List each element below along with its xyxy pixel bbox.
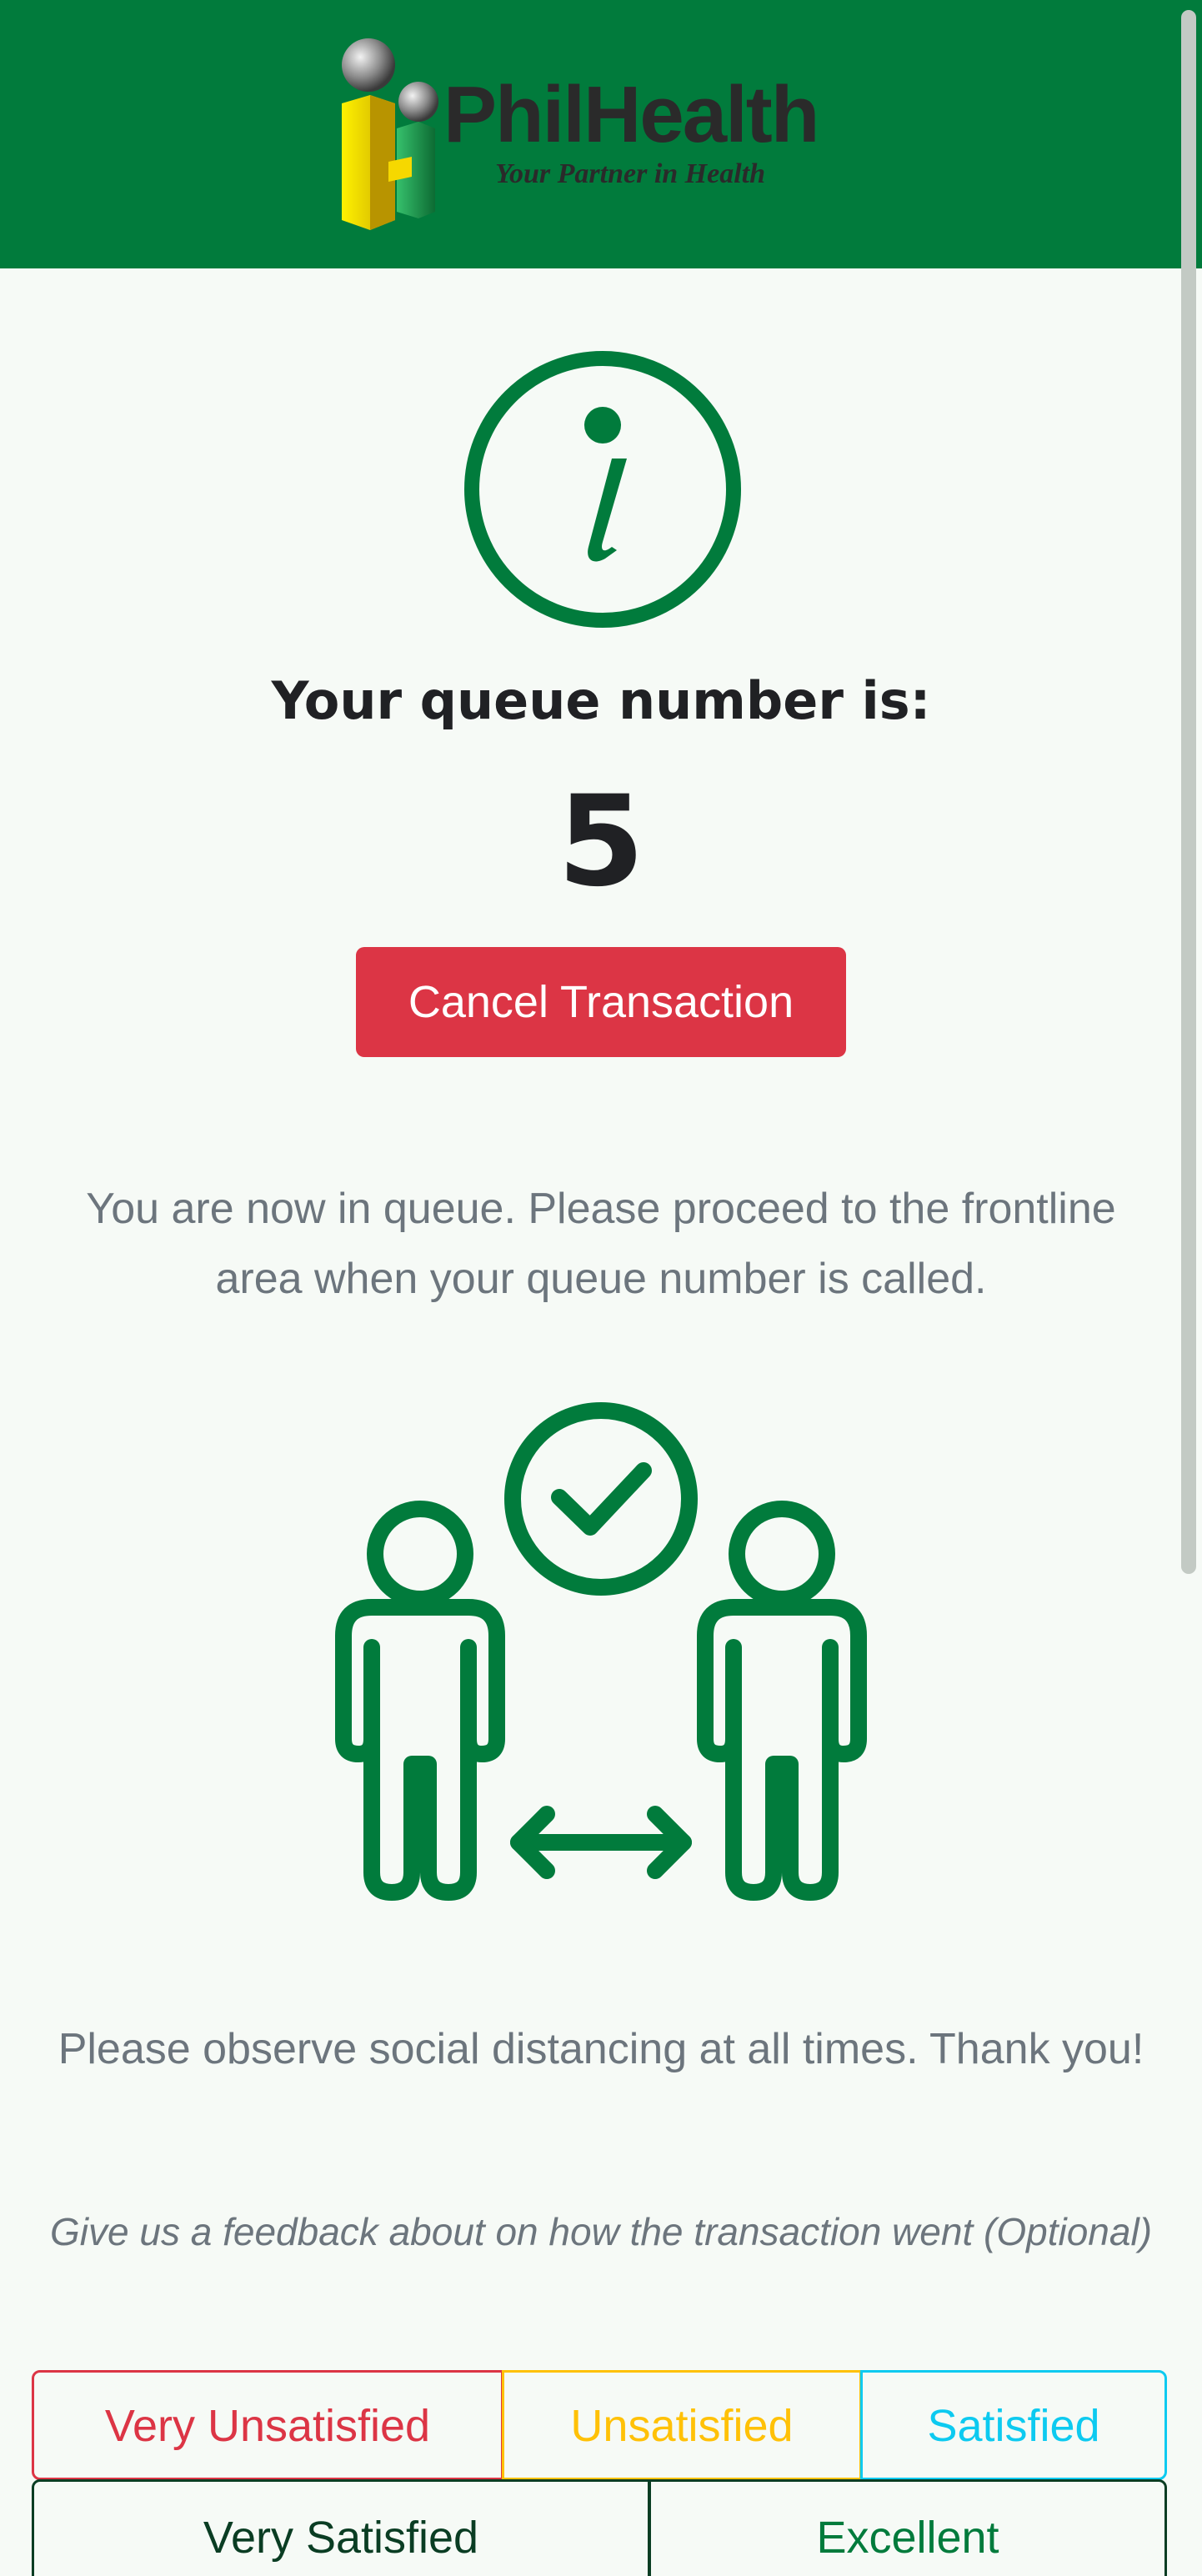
logo-tagline: Your Partner in Health — [495, 158, 766, 189]
philhealth-logo: PhilHealth Your Partner in Health — [337, 37, 879, 237]
cancel-transaction-button[interactable]: Cancel Transaction — [356, 947, 846, 1057]
social-distancing-icon — [335, 1402, 867, 1901]
info-icon — [464, 351, 741, 628]
queue-page: PhilHealth Your Partner in Health Your q… — [0, 0, 1202, 2576]
logo-figure-icon — [342, 38, 438, 230]
feedback-prompt: Give us a feedback about on how the tran… — [50, 2210, 1153, 2253]
rating-unsatisfied-button[interactable]: Unsatisfied — [502, 2370, 862, 2480]
queue-heading: Your queue number is: — [271, 670, 931, 731]
rating-excellent-button[interactable]: Excellent — [649, 2479, 1167, 2576]
rating-very-unsatisfied-button[interactable]: Very Unsatisfied — [32, 2370, 503, 2480]
queue-message: You are now in queue. Please proceed to … — [86, 1185, 1116, 1303]
logo-brand-text: PhilHealth — [443, 70, 819, 159]
rating-very-satisfied-button[interactable]: Very Satisfied — [32, 2479, 650, 2576]
rating-satisfied-button[interactable]: Satisfied — [860, 2370, 1167, 2480]
header-bar: PhilHealth Your Partner in Health — [0, 0, 1202, 268]
queue-number: 5 — [557, 769, 645, 915]
distancing-message: Please observe social distancing at all … — [58, 2025, 1144, 2073]
